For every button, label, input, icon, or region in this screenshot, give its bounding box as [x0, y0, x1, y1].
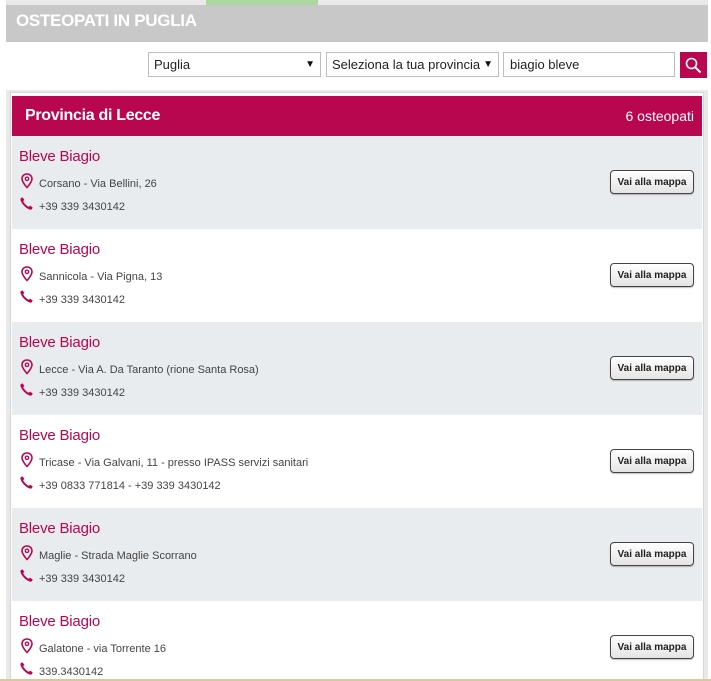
search-button[interactable]: [680, 52, 707, 78]
list-item: Bleve Biagio Maglie - Strada Maglie Scor…: [12, 508, 702, 601]
list-item: Bleve Biagio Corsano - Via Bellini, 26 +…: [12, 136, 702, 229]
page-title: OSTEOPATI IN PUGLIA: [16, 11, 197, 30]
results-count: 6 osteopati: [625, 108, 695, 124]
osteopath-phone[interactable]: +39 339 3430142: [39, 387, 125, 399]
map-pin-icon: [21, 452, 33, 468]
osteopath-address: Corsano - Via Bellini, 26: [39, 178, 157, 190]
map-button[interactable]: Vai alla mappa: [610, 263, 694, 287]
osteopath-phone[interactable]: +39 339 3430142: [39, 294, 125, 306]
osteopath-phone[interactable]: 339.3430142: [39, 666, 103, 678]
osteopath-address: Lecce - Via A. Da Taranto (rione Santa R…: [39, 364, 259, 376]
osteopath-address: Maglie - Strada Maglie Scorrano: [39, 550, 197, 562]
search-icon: [685, 57, 702, 74]
page-container: OSTEOPATI IN PUGLIA Puglia ▼ Seleziona l…: [6, 0, 708, 681]
filter-bar: Puglia ▼ Seleziona la tua provincia ▼ bi…: [6, 42, 708, 90]
osteopath-name[interactable]: Bleve Biagio: [19, 148, 100, 165]
osteopath-name[interactable]: Bleve Biagio: [19, 613, 100, 630]
osteopath-phone[interactable]: +39 0833 771814 - +39 339 3430142: [39, 480, 221, 492]
osteopath-address: Tricase - Via Galvani, 11 - presso IPASS…: [39, 457, 309, 469]
title-bar: OSTEOPATI IN PUGLIA: [6, 5, 708, 42]
phone-icon: [20, 197, 33, 210]
map-pin-icon: [21, 266, 33, 282]
osteopath-name[interactable]: Bleve Biagio: [19, 520, 100, 537]
province-select[interactable]: Seleziona la tua provincia ▼: [326, 52, 499, 77]
dropdown-arrow-icon: ▼: [483, 59, 493, 70]
map-button[interactable]: Vai alla mappa: [610, 170, 694, 194]
osteopath-phone[interactable]: +39 339 3430142: [39, 573, 125, 585]
map-pin-icon: [21, 359, 33, 375]
search-input[interactable]: biagio bleve: [503, 52, 675, 77]
phone-icon: [20, 290, 33, 303]
osteopath-address: Galatone - via Torrente 16: [39, 643, 166, 655]
map-button[interactable]: Vai alla mappa: [610, 635, 694, 659]
osteopath-address: Sannicola - Via Pigna, 13: [39, 271, 163, 283]
results-panel: Provincia di Lecce 6 osteopati Bleve Bia…: [10, 92, 704, 681]
list-item: Bleve Biagio Galatone - via Torrente 16 …: [12, 601, 702, 680]
list-item: Bleve Biagio Sannicola - Via Pigna, 13 +…: [12, 229, 702, 322]
phone-icon: [20, 662, 33, 675]
osteopath-phone[interactable]: +39 339 3430142: [39, 201, 125, 213]
phone-icon: [20, 569, 33, 582]
list-item: Bleve Biagio Lecce - Via A. Da Taranto (…: [12, 322, 702, 415]
phone-icon: [20, 476, 33, 489]
dropdown-arrow-icon: ▼: [305, 59, 315, 70]
map-button[interactable]: Vai alla mappa: [610, 356, 694, 380]
phone-icon: [20, 383, 33, 396]
province-select-value: Seleziona la tua provincia: [332, 57, 481, 72]
region-select[interactable]: Puglia ▼: [148, 52, 321, 77]
list-item: Bleve Biagio Tricase - Via Galvani, 11 -…: [12, 415, 702, 508]
osteopath-name[interactable]: Bleve Biagio: [19, 427, 100, 444]
osteopath-name[interactable]: Bleve Biagio: [19, 334, 100, 351]
map-pin-icon: [21, 545, 33, 561]
map-pin-icon: [21, 173, 33, 189]
map-pin-icon: [21, 638, 33, 654]
province-header: Provincia di Lecce 6 osteopati: [12, 96, 702, 136]
region-select-value: Puglia: [154, 57, 191, 72]
map-button[interactable]: Vai alla mappa: [610, 449, 694, 473]
province-title: Provincia di Lecce: [25, 107, 161, 124]
osteopath-name[interactable]: Bleve Biagio: [19, 241, 100, 258]
map-button[interactable]: Vai alla mappa: [610, 542, 694, 566]
